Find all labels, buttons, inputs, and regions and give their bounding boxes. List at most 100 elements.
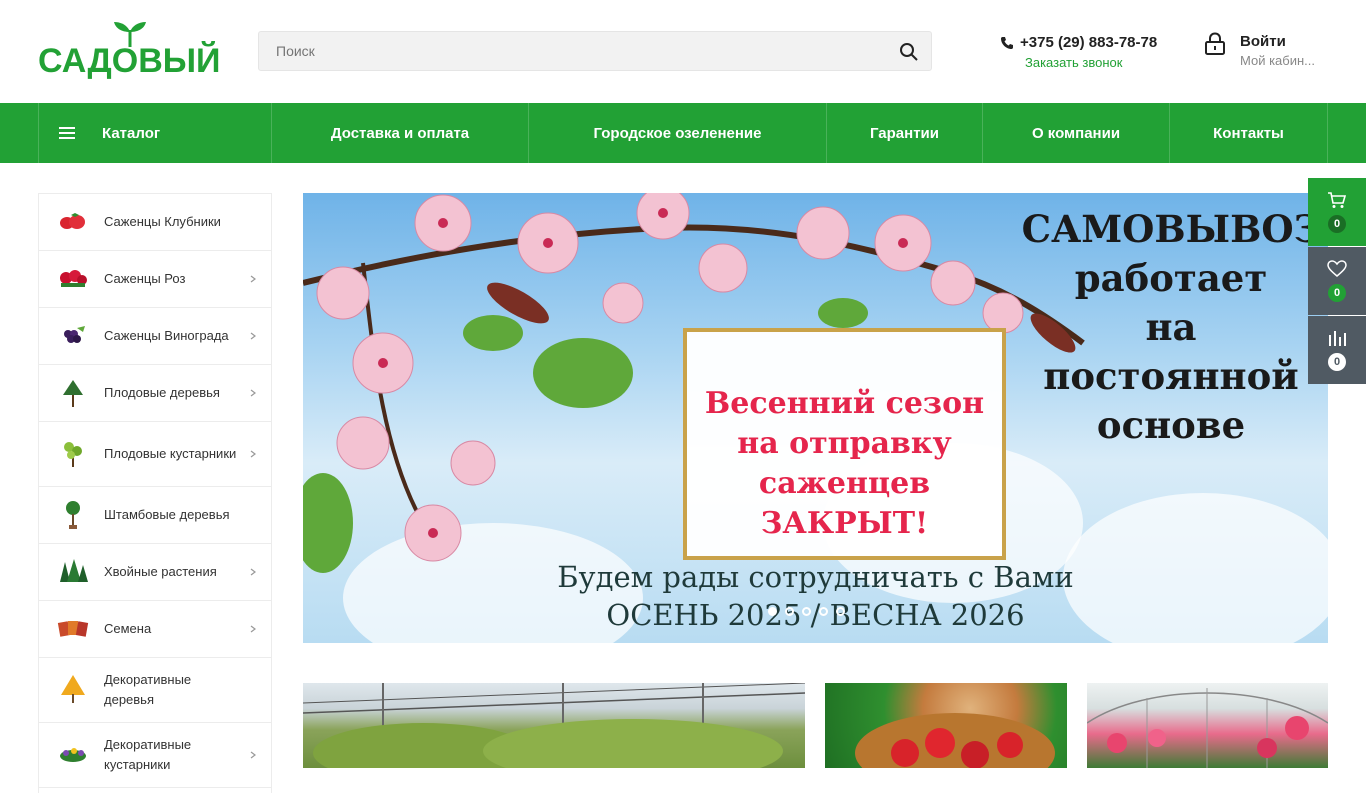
sidebar-item-label: Плодовые кустарники	[104, 446, 237, 461]
login-link[interactable]: Войти	[1240, 33, 1286, 50]
sidebar-item-label: Декоративные кустарники	[104, 737, 192, 772]
nav-item-contacts[interactable]: Контакты	[1170, 103, 1328, 163]
sidebar-item-label: Саженцы Клубники	[104, 214, 221, 229]
decorative-bush-icon	[60, 748, 86, 762]
caption-line: Будем рады сотрудничать с Вами	[557, 560, 1074, 594]
nav-item-label: О компании	[1031, 124, 1121, 142]
pickup-line: постоянной	[1043, 354, 1299, 398]
chevron-right-icon	[250, 450, 256, 458]
chevron-right-icon	[250, 275, 256, 283]
chevron-right-icon	[250, 625, 256, 633]
strawberry-icon	[60, 213, 85, 229]
cabinet-link[interactable]: Мой кабин...	[1240, 53, 1315, 68]
nav-item-about[interactable]: О компании	[983, 103, 1170, 163]
sidebar-item-conifers[interactable]: Хвойные растения	[39, 544, 271, 601]
sign-line: ЗАКРЫТ!	[760, 506, 929, 541]
floating-cart-button[interactable]: 0	[1308, 178, 1366, 246]
nav-item-delivery[interactable]: Доставка и оплата	[272, 103, 529, 163]
nav-item-landscaping[interactable]: Городское озеленение	[529, 103, 827, 163]
strawberry-bowl-image	[855, 713, 1055, 768]
site-header: САДОВЫЙ +375 (29) 883-78-78 Заказать зво…	[0, 0, 1366, 103]
heart-icon	[1327, 260, 1347, 277]
floating-compare-button[interactable]: 0	[1308, 316, 1366, 384]
sidebar-item-decorative-trees[interactable]: Декоративные деревья	[39, 658, 271, 723]
promo-tile-greenhouse[interactable]	[303, 683, 805, 768]
promo-tile-roses[interactable]	[1087, 683, 1328, 768]
logo-text: САДОВЫЙ	[38, 42, 221, 80]
sidebar-item-label: Плодовые деревья	[104, 385, 220, 400]
greenhouse-image	[303, 683, 805, 768]
search-icon[interactable]	[899, 42, 919, 62]
pickup-line: на	[1145, 305, 1197, 349]
pickup-line: основе	[1096, 403, 1246, 447]
nav-catalog[interactable]: Каталог	[38, 103, 272, 163]
sidebar-item-label: Саженцы Роз	[104, 271, 186, 286]
banner-caption: Будем рады сотрудничать с Вами ОСЕНЬ 202…	[303, 558, 1328, 634]
lock-icon	[1205, 32, 1225, 55]
main-nav: Каталог Доставка и оплата Городское озел…	[0, 103, 1366, 163]
nav-item-label: Контакты	[1213, 124, 1284, 142]
search-input[interactable]	[259, 32, 879, 70]
grape-icon	[64, 326, 85, 343]
nav-item-label: Доставка и оплата	[330, 124, 470, 142]
catalog-sidebar: Саженцы Клубники Саженцы Роз Саженцы Вин…	[38, 193, 272, 793]
site-logo[interactable]: САДОВЫЙ	[38, 20, 230, 80]
seeds-icon	[57, 621, 89, 637]
sidebar-item-standard-trees[interactable]: Штамбовые деревья	[39, 487, 271, 544]
nav-item-label: Гарантии	[869, 124, 939, 142]
sidebar-item-label: Декоративные деревья	[104, 672, 192, 707]
phone-icon	[1001, 37, 1013, 49]
chevron-right-icon	[250, 568, 256, 576]
search-bar	[258, 31, 932, 71]
favorites-count-badge: 0	[1328, 284, 1346, 302]
menu-icon	[59, 127, 75, 139]
slider-dot[interactable]	[802, 607, 811, 616]
slider-dot[interactable]	[836, 607, 845, 616]
sidebar-item-label: Хвойные растения	[104, 564, 217, 579]
nav-item-guarantees[interactable]: Гарантии	[827, 103, 983, 163]
sidebar-item-label: Штамбовые деревья	[104, 507, 230, 522]
decorative-tree-icon	[61, 675, 85, 703]
sign-line: на отправку	[737, 426, 952, 461]
sidebar-item-seeds[interactable]: Семена	[39, 601, 271, 658]
slider-dot[interactable]	[785, 607, 794, 616]
sidebar-item-strawberry[interactable]: Саженцы Клубники	[39, 194, 271, 251]
promo-tile-strawberry[interactable]	[825, 683, 1067, 768]
cart-icon	[1328, 192, 1347, 208]
rose-icon	[60, 270, 87, 287]
cart-count-badge: 0	[1328, 215, 1346, 233]
sidebar-item-decorative-bushes[interactable]: Декоративные кустарники	[39, 723, 271, 788]
fruit-tree-icon	[63, 380, 83, 407]
chevron-right-icon	[250, 332, 256, 340]
pickup-text: САМОВЫВОЗ работает на постоянной основе	[1021, 205, 1321, 450]
pickup-line: работает	[1074, 256, 1268, 300]
sign-text: Весенний сезон на отправку саженцев ЗАКР…	[687, 384, 1002, 544]
chevron-right-icon	[250, 751, 256, 759]
sidebar-item-fruit-bushes[interactable]: Плодовые кустарники	[39, 422, 271, 487]
slider-dot[interactable]	[819, 607, 828, 616]
sidebar-item-grapes[interactable]: Саженцы Винограда	[39, 308, 271, 365]
callback-link[interactable]: Заказать звонок	[1025, 55, 1122, 70]
standard-tree-icon	[66, 501, 80, 529]
nav-item-label: Городское озеленение	[593, 124, 762, 142]
sidebar-item-label: Саженцы Винограда	[104, 328, 229, 343]
season-closed-sign: Весенний сезон на отправку саженцев ЗАКР…	[683, 328, 1006, 560]
conifer-icon	[60, 559, 88, 582]
fruit-bush-icon	[64, 442, 82, 467]
sign-line: саженцев	[758, 466, 931, 501]
nav-catalog-label: Каталог	[102, 124, 161, 142]
slider-dot[interactable]	[768, 607, 777, 616]
rose-greenhouse-image	[1087, 688, 1328, 768]
compare-chart-icon	[1329, 331, 1346, 346]
compare-count-badge: 0	[1328, 353, 1346, 371]
hero-banner[interactable]: Весенний сезон на отправку саженцев ЗАКР…	[303, 193, 1328, 643]
sidebar-item-label: Семена	[104, 621, 152, 636]
slider-dots	[768, 607, 845, 616]
pickup-line: САМОВЫВОЗ	[1021, 207, 1321, 251]
sign-line: Весенний сезон	[704, 386, 985, 421]
sidebar-item-fruit-trees[interactable]: Плодовые деревья	[39, 365, 271, 422]
sidebar-item-roses[interactable]: Саженцы Роз	[39, 251, 271, 308]
phone-number[interactable]: +375 (29) 883-78-78	[1020, 34, 1157, 51]
chevron-right-icon	[250, 389, 256, 397]
floating-favorites-button[interactable]: 0	[1308, 247, 1366, 315]
